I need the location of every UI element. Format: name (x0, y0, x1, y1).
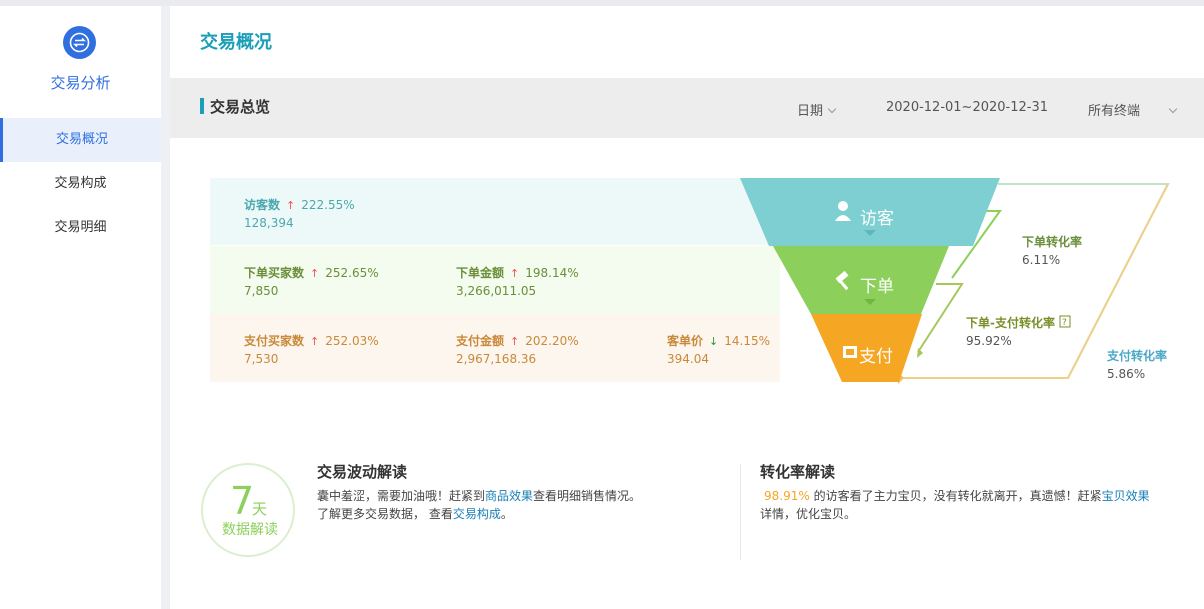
badge-unit: 天 (252, 500, 267, 518)
wave-insight: 交易波动解读 囊中羞涩，需要加油哦！赶紧到商品效果查看明细销售情况。 了解更多交… (317, 461, 641, 522)
wave-line-1: 囊中羞涩，需要加油哦！赶紧到商品效果查看明细销售情况。 (317, 488, 641, 504)
funnel-chart: 访客 下单 支付 下单转化率 6.11% 下单-支付转化率 ? 95.92% 支… (740, 178, 1170, 384)
terminal-filter-label: 所有终端 (1088, 104, 1141, 119)
conversion-line-1: 98.91% 的访客看了主力宝贝，没有转化就离开，真遗憾！赶紧宝贝效果 (760, 488, 1150, 504)
swap-icon (63, 26, 96, 59)
rate-label-pay: 支付转化率 (1106, 348, 1167, 363)
section-header: 交易总览 日期 2020-12-01~2020-12-31 所有终端 (170, 78, 1204, 138)
sidebar-item-details[interactable]: 交易明细 (0, 206, 161, 250)
badge-number: 7 (230, 479, 254, 523)
card-icon (843, 346, 857, 358)
sidebar-item-composition[interactable]: 交易构成 (0, 162, 161, 206)
funnel-label-order: 下单 (860, 277, 894, 297)
svg-text:?: ? (1062, 318, 1067, 328)
conversion-text: 的访客看了主力宝贝，没有转化就离开，真遗憾！赶紧 (809, 489, 1102, 503)
section-accent (200, 98, 204, 114)
conversion-line-2: 详情，优化宝贝。 (760, 507, 857, 521)
product-effect-link[interactable]: 商品效果 (485, 489, 533, 503)
sidebar-title: 交易分析 (50, 74, 111, 92)
rate-label-order-pay: 下单-支付转化率 (966, 315, 1055, 330)
chevron-down-icon (827, 104, 837, 114)
item-effect-link[interactable]: 宝贝效果 (1102, 489, 1150, 503)
conversion-insight: 转化率解读 98.91% 的访客看了主力宝贝，没有转化就离开，真遗憾！赶紧宝贝效… (760, 461, 1150, 522)
wave-text: 查看明细销售情况。 (533, 489, 642, 503)
conversion-title: 转化率解读 (760, 463, 836, 481)
rate-value-order: 6.11% (1022, 253, 1060, 267)
main-panel: 交易概况 交易总览 日期 2020-12-01~2020-12-31 所有终端 … (170, 6, 1204, 609)
sidebar-item-overview[interactable]: 交易概况 (0, 118, 161, 162)
terminal-filter[interactable]: 所有终端 (1088, 100, 1178, 119)
rate-value-pay: 5.86% (1107, 367, 1145, 381)
wave-line-2: 了解更多交易数据， 查看交易构成。 (317, 506, 641, 522)
wave-text: 囊中羞涩，需要加油哦！赶紧到 (317, 489, 486, 503)
sidebar: 交易分析 交易概况 交易构成 交易明细 (0, 6, 161, 609)
page-title: 交易概况 (200, 32, 272, 53)
wave-title: 交易波动解读 (317, 463, 408, 481)
date-filter-label: 日期 (797, 104, 824, 119)
conversion-highlight: 98.91% (764, 489, 810, 503)
rate-value-order-pay: 95.92% (966, 334, 1012, 348)
sidebar-nav: 交易概况 交易构成 交易明细 (0, 118, 161, 250)
funnel-label-visitor: 访客 (860, 209, 894, 229)
help-icon[interactable]: ? (1059, 315, 1071, 328)
seven-day-badge: 7 天 数据解读 (201, 463, 295, 557)
composition-link[interactable]: 交易构成 (453, 507, 501, 521)
funnel-label-pay: 支付 (859, 347, 893, 367)
section-title: 交易总览 (210, 98, 271, 116)
badge-caption: 数据解读 (222, 521, 278, 538)
rate-label-order: 下单转化率 (1022, 234, 1082, 249)
divider (740, 464, 741, 560)
date-filter[interactable]: 日期 (797, 100, 837, 119)
wave-text: 了解更多交易数据， 查看 (317, 507, 453, 521)
date-range[interactable]: 2020-12-01~2020-12-31 (886, 100, 1048, 115)
chevron-down-icon (1168, 104, 1178, 114)
wave-text: 。 (500, 507, 513, 521)
